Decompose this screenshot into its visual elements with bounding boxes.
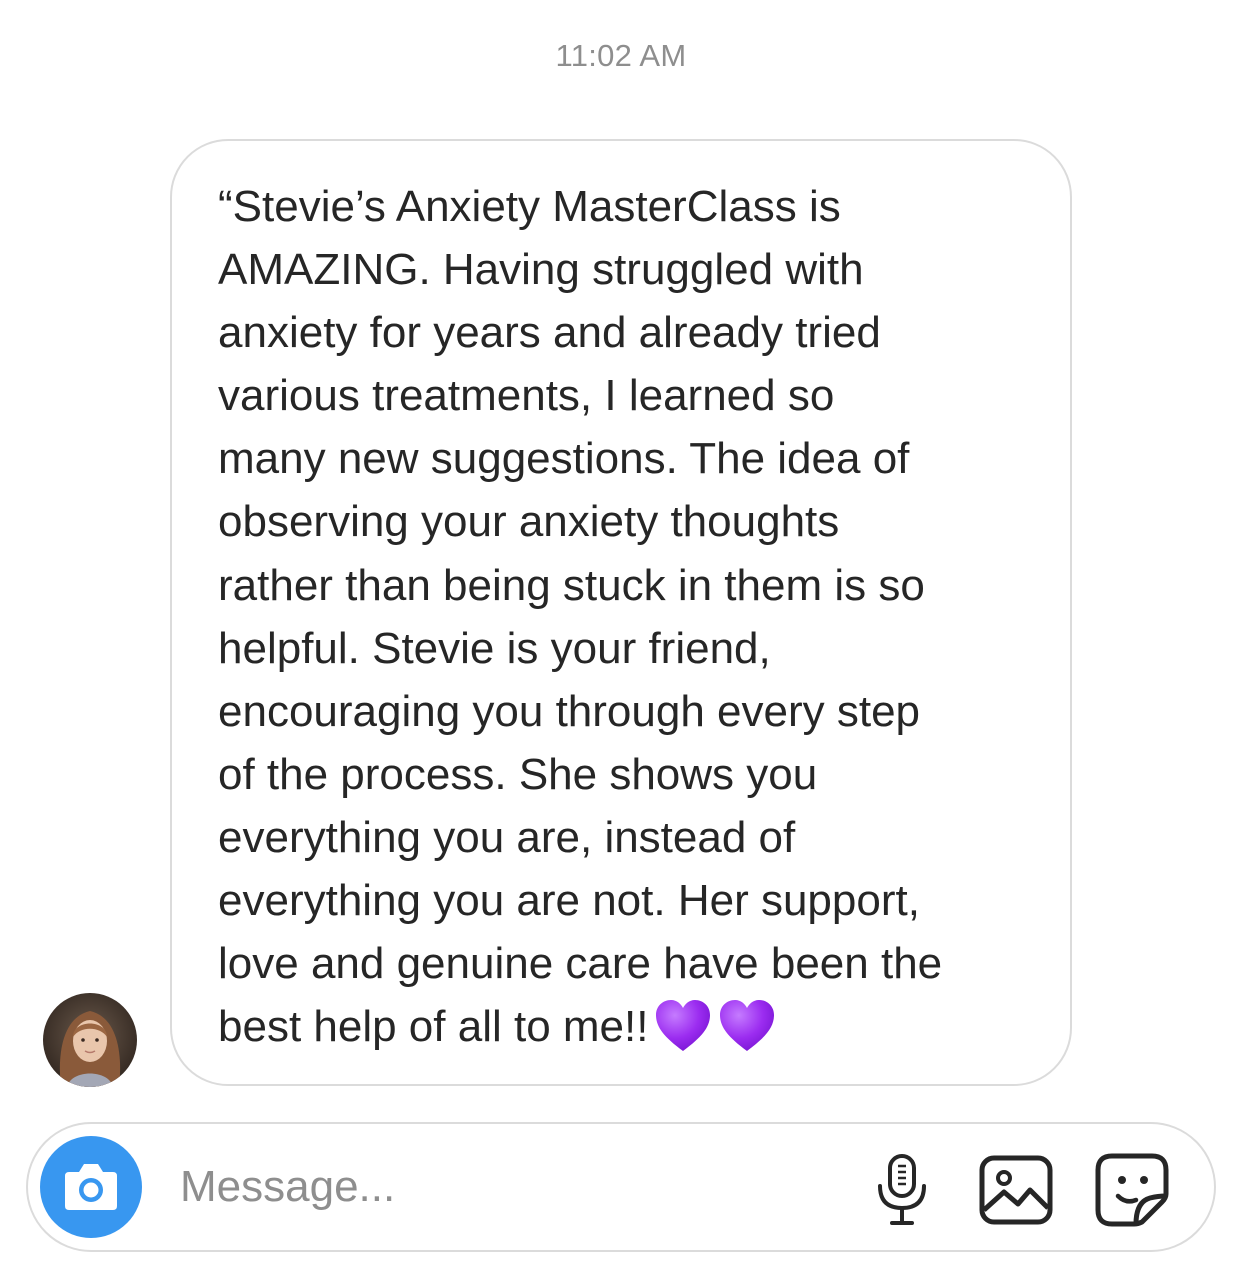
message-composer <box>26 1122 1216 1252</box>
voice-message-button[interactable] <box>862 1150 942 1230</box>
purple-heart-icon <box>718 999 776 1053</box>
message-input[interactable] <box>180 1154 820 1220</box>
photo-gallery-button[interactable] <box>976 1150 1056 1230</box>
sticker-button[interactable] <box>1092 1150 1172 1230</box>
avatar-photo <box>43 993 137 1087</box>
photo-gallery-icon <box>979 1155 1053 1225</box>
sticker-icon <box>1095 1153 1169 1227</box>
camera-button[interactable] <box>40 1136 142 1238</box>
message-text: “Stevie’s Anxiety MasterClass is AMAZING… <box>218 175 1048 1058</box>
microphone-icon <box>878 1154 926 1225</box>
purple-heart-icon <box>654 999 712 1053</box>
message-body: “Stevie’s Anxiety MasterClass is AMAZING… <box>218 182 943 1052</box>
message-timestamp: 11:02 AM <box>555 38 687 73</box>
sender-avatar[interactable] <box>43 993 137 1087</box>
camera-icon <box>65 1164 117 1210</box>
message-bubble[interactable]: “Stevie’s Anxiety MasterClass is AMAZING… <box>170 139 1072 1086</box>
